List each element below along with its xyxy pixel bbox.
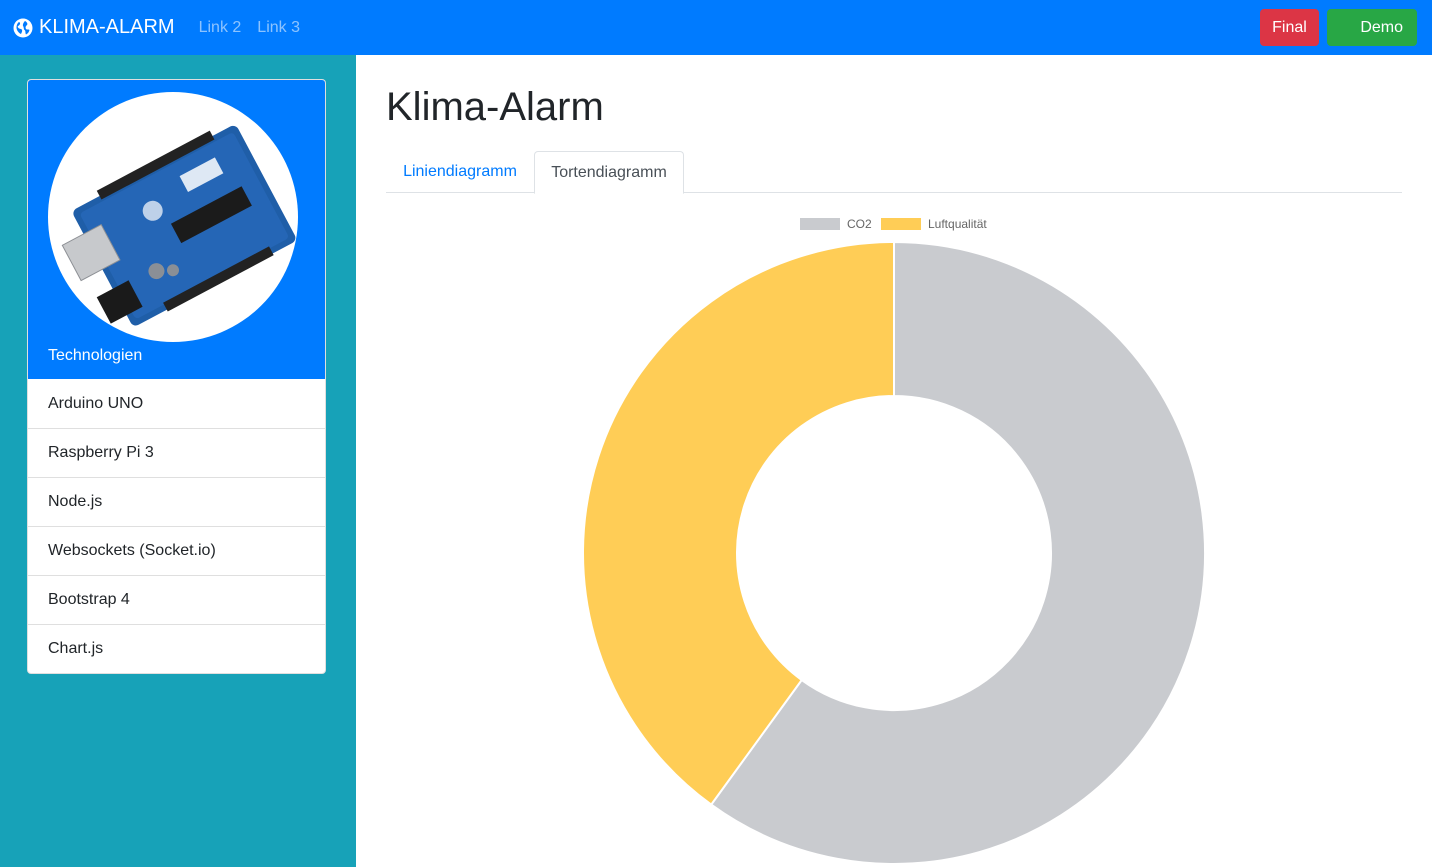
list-item-raspberry[interactable]: Raspberry Pi 3 xyxy=(28,428,325,477)
legend-label-1[interactable]: Luftqualität xyxy=(928,217,987,231)
list-item-arduino[interactable]: Arduino UNO xyxy=(28,379,325,428)
legend-swatch-1[interactable] xyxy=(881,218,921,230)
list-item-bootstrap[interactable]: Bootstrap 4 xyxy=(28,575,325,624)
nav-links: Link 2 Link 3 xyxy=(191,19,316,37)
demo-button[interactable]: Demo xyxy=(1327,9,1417,46)
list-item-nodejs[interactable]: Node.js xyxy=(28,477,325,526)
doughnut-chart: CO2 Luftqualität xyxy=(582,217,1206,865)
globe-icon xyxy=(13,18,33,37)
nav-link-3[interactable]: Link 3 xyxy=(257,19,300,37)
navbar: KLIMA-ALARM Link 2 Link 3 Final Demo xyxy=(0,0,1432,55)
main-content: Klima-Alarm Liniendiagramm Tortendiagram… xyxy=(356,55,1432,867)
legend-swatch-0[interactable] xyxy=(800,218,840,230)
technology-card: Technologien Arduino UNO Raspberry Pi 3 … xyxy=(27,79,326,674)
demo-button-label: Demo xyxy=(1360,18,1403,36)
card-title: Technologien xyxy=(48,347,143,364)
final-button[interactable]: Final xyxy=(1260,9,1319,46)
list-item-websockets[interactable]: Websockets (Socket.io) xyxy=(28,526,325,575)
brand-link[interactable]: KLIMA-ALARM xyxy=(13,16,175,39)
nav-link-2[interactable]: Link 2 xyxy=(199,19,242,37)
legend-label-0[interactable]: CO2 xyxy=(847,217,872,231)
brand-text: KLIMA-ALARM xyxy=(39,16,175,38)
card-header: Technologien xyxy=(28,80,325,379)
list-item-chartjs[interactable]: Chart.js xyxy=(28,624,325,673)
arduino-board-image xyxy=(48,92,298,342)
sidebar: Technologien Arduino UNO Raspberry Pi 3 … xyxy=(0,55,356,867)
